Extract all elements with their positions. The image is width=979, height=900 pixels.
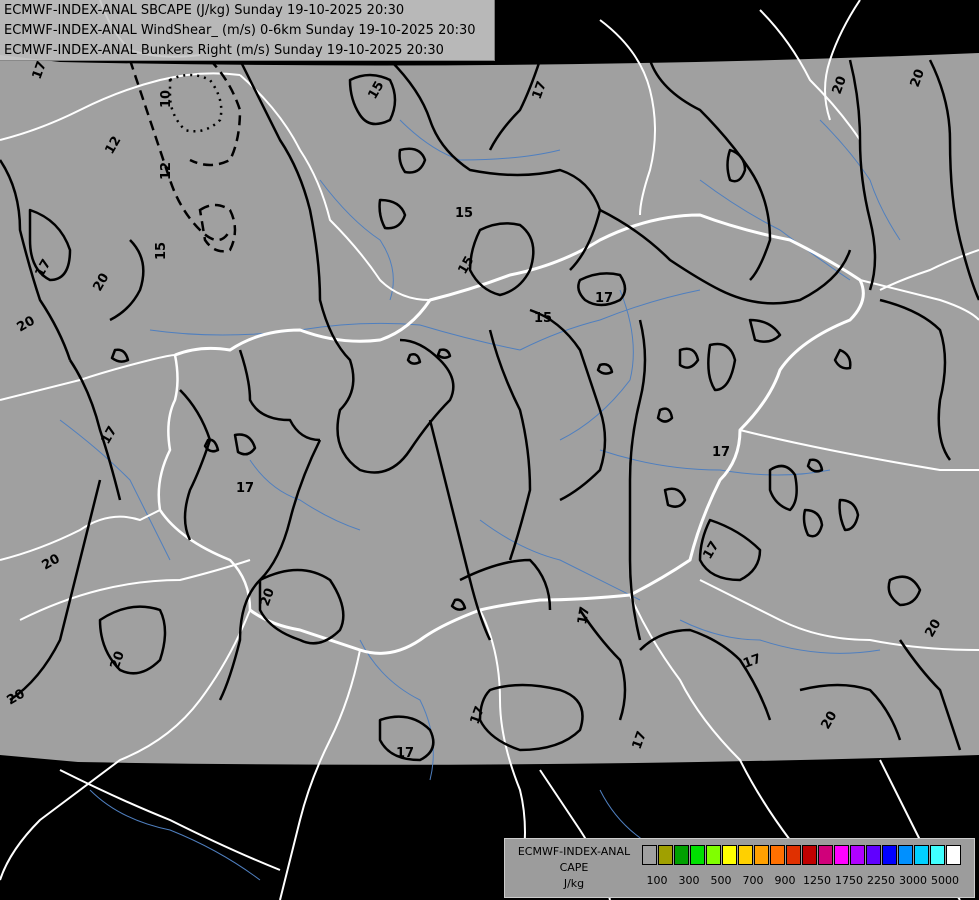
legend-swatch bbox=[898, 845, 913, 865]
legend-tick-label: 1750 bbox=[835, 874, 863, 887]
legend-swatch bbox=[642, 845, 657, 865]
contour-label: 17 bbox=[712, 445, 730, 460]
legend-swatch bbox=[690, 845, 705, 865]
legend-swatch bbox=[802, 845, 817, 865]
contour-label: 17 bbox=[575, 605, 593, 625]
legend-swatch bbox=[722, 845, 737, 865]
legend-swatch bbox=[850, 845, 865, 865]
legend-swatch bbox=[658, 845, 673, 865]
legend-tick-label: 700 bbox=[742, 874, 764, 887]
contour-label: 15 bbox=[534, 311, 552, 326]
legend-swatches bbox=[642, 845, 962, 865]
legend-swatch bbox=[786, 845, 801, 865]
legend-tick-label: 900 bbox=[774, 874, 796, 887]
header-line-windshear: ECMWF-INDEX-ANAL WindShear_ (m/s) 0-6km … bbox=[4, 23, 476, 38]
legend-swatch bbox=[818, 845, 833, 865]
contour-label: 15 bbox=[154, 242, 169, 260]
legend-swatch bbox=[770, 845, 785, 865]
legend-title-param: CAPE bbox=[559, 861, 589, 874]
legend-tick-label: 3000 bbox=[899, 874, 927, 887]
header-line-bunkers: ECMWF-INDEX-ANAL Bunkers Right (m/s) Sun… bbox=[4, 43, 444, 58]
map-header: ECMWF-INDEX-ANAL SBCAPE (J/kg) Sunday 19… bbox=[0, 0, 495, 61]
legend-tick-label: 300 bbox=[678, 874, 700, 887]
contour-label: 17 bbox=[595, 291, 613, 306]
contour-label: 17 bbox=[236, 481, 254, 496]
contour-label: 10 bbox=[159, 90, 174, 108]
legend-swatch bbox=[930, 845, 945, 865]
contour-label: 17 bbox=[396, 746, 414, 761]
legend-swatch bbox=[946, 845, 961, 865]
legend-unit: J/kg bbox=[563, 877, 585, 890]
contour-label: 15 bbox=[455, 206, 473, 221]
cape-legend: ECMWF-INDEX-ANAL CAPE J/kg 100 300 500 700 9… bbox=[504, 838, 975, 898]
header-line-sbcape: ECMWF-INDEX-ANAL SBCAPE (J/kg) Sunday 19… bbox=[4, 3, 405, 18]
legend-swatch bbox=[754, 845, 769, 865]
legend-tick-label: 100 bbox=[646, 874, 668, 887]
legend-tick-label: 500 bbox=[710, 874, 732, 887]
legend-tick-label: 2250 bbox=[867, 874, 895, 887]
legend-tick-label: 5000 bbox=[931, 874, 959, 887]
legend-swatch bbox=[706, 845, 721, 865]
legend-swatch bbox=[914, 845, 929, 865]
legend-title-model: ECMWF-INDEX-ANAL bbox=[517, 845, 631, 858]
legend-swatch bbox=[674, 845, 689, 865]
legend-tick-label: 1250 bbox=[803, 874, 831, 887]
legend-swatch bbox=[738, 845, 753, 865]
contour-label: 12 bbox=[159, 162, 174, 180]
legend-swatch bbox=[882, 845, 897, 865]
legend-swatch bbox=[866, 845, 881, 865]
legend-swatch bbox=[834, 845, 849, 865]
map-canvas: 17 15 17 20 20 10 12 12 15 15 15 17 20 2… bbox=[0, 0, 979, 900]
